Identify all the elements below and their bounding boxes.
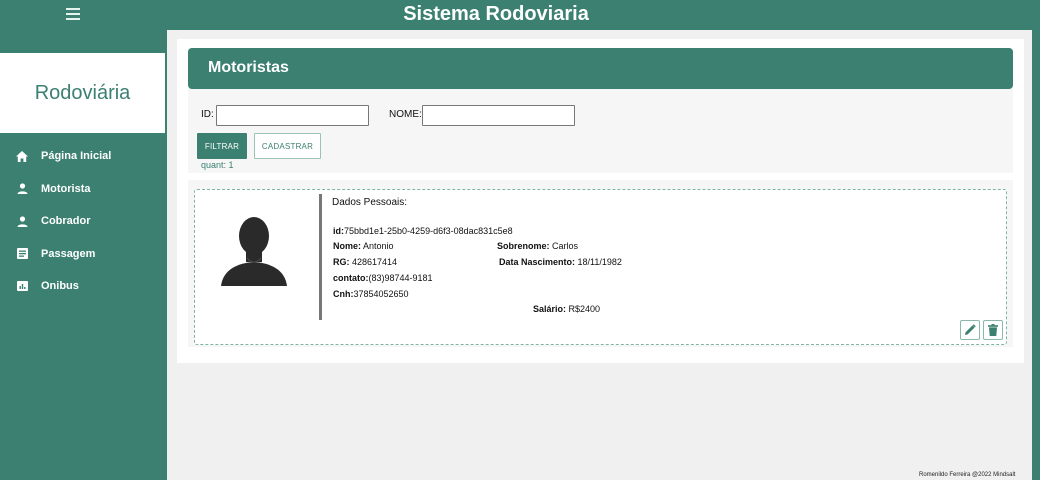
home-icon [16, 150, 28, 162]
filter-button[interactable]: FILTRAR [197, 133, 247, 159]
filter-panel: Motoristas ID: NOME: FILTRAR CADASTRAR q… [188, 48, 1013, 173]
top-bar: Sistema Rodoviaria [0, 0, 1040, 480]
contato-value: (83)98744-9181 [368, 273, 433, 283]
cnh-value: 37854052650 [353, 289, 409, 299]
sidebar-item-cobrador[interactable]: Cobrador [0, 205, 167, 238]
id-label: ID: [201, 109, 214, 120]
sidebar-item-label: Motorista [41, 182, 91, 195]
trash-icon [988, 324, 998, 336]
sidebar-item-label: Onibus [41, 280, 79, 293]
sidebar-item-label: Página Inicial [41, 150, 112, 163]
rg-field-label: RG: [333, 257, 350, 267]
sobrenome-value: Carlos [552, 241, 579, 251]
sidebar-item-onibus[interactable]: Onibus [0, 270, 167, 303]
brand-logo: Rodoviária [0, 53, 165, 133]
rg-value: 428617414 [352, 257, 398, 267]
id-input[interactable] [216, 105, 369, 126]
id-row: id:75bbd1e1-25b0-4259-d6f3-08dac831c5e8 [333, 226, 513, 236]
register-button[interactable]: CADASTRAR [254, 133, 321, 159]
nome-value: Antonio [363, 241, 394, 251]
page-header: Motoristas [188, 48, 1013, 89]
page-title: Motoristas [208, 59, 289, 76]
rg-row: RG: 428617414 [333, 257, 397, 267]
sidebar-item-label: Cobrador [41, 215, 91, 228]
salario-value: R$2400 [568, 304, 601, 314]
divider-line [319, 194, 322, 320]
sidebar-item-pagina-inicial[interactable]: Página Inicial [0, 140, 167, 173]
chart-icon [16, 280, 28, 292]
contato-row: contato:(83)98744-9181 [333, 273, 433, 283]
delete-button[interactable] [983, 320, 1003, 340]
pencil-icon [965, 324, 976, 335]
list-icon [16, 248, 28, 260]
nome-row: Nome: Antonio [333, 241, 394, 251]
driver-list: Dados Pessoais: id:75bbd1e1-25b0-4259-d6… [188, 180, 1013, 347]
sobrenome-row: Sobrenome: Carlos [497, 241, 578, 251]
id-value: 75bbd1e1-25b0-4259-d6f3-08dac831c5e8 [344, 226, 513, 236]
nome-input[interactable] [422, 105, 575, 126]
sidebar-item-motorista[interactable]: Motorista [0, 173, 167, 206]
salario-field-label: Salário: [533, 304, 567, 314]
right-edge-strip [1032, 0, 1040, 480]
nome-label: NOME: [389, 109, 422, 120]
app-title: Sistema Rodoviaria [403, 3, 589, 25]
footer-credit: Romenildo Ferreira @2022 Mindsalt [919, 472, 1016, 478]
avatar-icon [221, 217, 287, 286]
person-icon [16, 183, 28, 195]
nascimento-value: 18/11/1982 [577, 257, 622, 267]
sidebar-item-passagem[interactable]: Passagem [0, 238, 167, 271]
nascimento-field-label: Data Nascimento: [499, 257, 576, 267]
main-content: Motoristas ID: NOME: FILTRAR CADASTRAR q… [177, 39, 1024, 363]
sidebar: Rodoviária Página Inicial Motorista Cobr… [0, 30, 167, 480]
result-count: quant: 1 [201, 160, 234, 170]
driver-card: Dados Pessoais: id:75bbd1e1-25b0-4259-d6… [194, 189, 1007, 345]
sidebar-item-label: Passagem [41, 247, 96, 260]
sidebar-nav: Página Inicial Motorista Cobrador Passag… [0, 140, 167, 303]
id-field-label: id: [333, 226, 344, 236]
person-icon [16, 215, 28, 227]
edit-button[interactable] [960, 320, 980, 340]
contato-field-label: contato: [333, 273, 369, 283]
section-title: Dados Pessoais: [332, 197, 408, 208]
cnh-field-label: Cnh: [333, 289, 354, 299]
salario-row: Salário: R$2400 [533, 304, 600, 314]
nascimento-row: Data Nascimento: 18/11/1982 [499, 257, 622, 267]
cnh-row: Cnh:37854052650 [333, 289, 409, 299]
nome-field-label: Nome: [333, 241, 362, 251]
sobrenome-field-label: Sobrenome: [497, 241, 550, 251]
